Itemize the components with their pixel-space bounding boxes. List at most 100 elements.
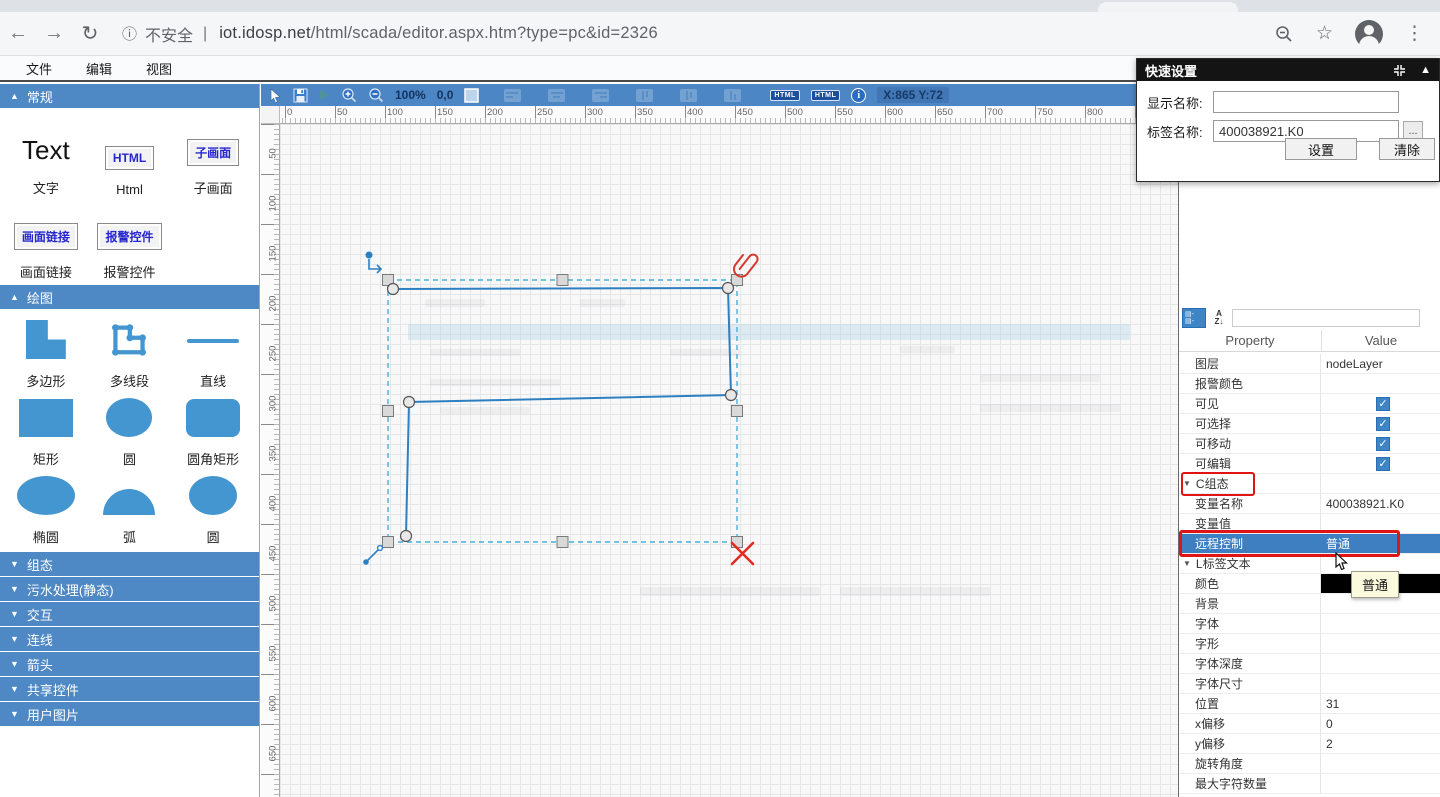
sidebar-section-collapsed-0[interactable]: ▼组态: [0, 552, 259, 576]
design-canvas[interactable]: [280, 124, 1178, 797]
property-row-21[interactable]: 最大字符数量: [1179, 774, 1440, 794]
sidebar-section-drawing[interactable]: ▲绘图: [0, 285, 259, 309]
clear-button[interactable]: 清除: [1379, 138, 1435, 160]
zoom-out-page-icon[interactable]: [1274, 24, 1294, 44]
display-name-input[interactable]: [1213, 91, 1399, 113]
drawing-item-6[interactable]: 椭圆: [4, 476, 88, 546]
property-row-3[interactable]: 可选择✓: [1179, 414, 1440, 434]
drawing-item-0[interactable]: 多边形: [4, 320, 88, 390]
drawing-item-2[interactable]: 直线: [171, 320, 255, 390]
save-icon[interactable]: [293, 88, 308, 103]
checkbox-checked-icon[interactable]: ✓: [1376, 397, 1390, 411]
property-row-5[interactable]: 可编辑✓: [1179, 454, 1440, 474]
align-left-icon[interactable]: [504, 89, 521, 102]
drawing-item-4[interactable]: 圆: [88, 398, 172, 468]
property-row-7[interactable]: 变量名称400038921.K0: [1179, 494, 1440, 514]
menu-item-0[interactable]: 文件: [18, 57, 60, 80]
property-row-11[interactable]: 颜色: [1179, 574, 1440, 594]
collapse-panel-icon[interactable]: ▲: [1420, 64, 1431, 76]
dock-panel-icon[interactable]: [1393, 64, 1406, 77]
menu-item-2[interactable]: 视图: [138, 57, 180, 80]
sidebar-section-collapsed-6[interactable]: ▼用户图片: [0, 702, 259, 726]
align-top-icon[interactable]: [636, 89, 653, 102]
back-icon[interactable]: ←: [0, 22, 36, 45]
property-row-9[interactable]: 远程控制普通: [1179, 534, 1440, 554]
checkbox-checked-icon[interactable]: ✓: [1376, 457, 1390, 471]
sidebar-section-collapsed-3[interactable]: ▼连线: [0, 627, 259, 651]
property-row-18[interactable]: x偏移0: [1179, 714, 1440, 734]
checkbox-checked-icon[interactable]: ✓: [1376, 417, 1390, 431]
forward-icon[interactable]: →: [36, 22, 72, 45]
property-row-19[interactable]: y偏移2: [1179, 734, 1440, 754]
vertex-handle[interactable]: [723, 283, 734, 294]
property-filter-input[interactable]: [1232, 309, 1420, 327]
vertex-handle[interactable]: [726, 390, 737, 401]
alphabetical-sort-icon[interactable]: AZ↓: [1210, 310, 1228, 326]
browser-menu-icon[interactable]: ⋮: [1405, 22, 1424, 45]
property-row-15[interactable]: 字体深度: [1179, 654, 1440, 674]
run-preview-icon[interactable]: [319, 89, 330, 101]
property-row-12[interactable]: 背景: [1179, 594, 1440, 614]
drawing-item-1[interactable]: 多线段: [88, 320, 172, 390]
property-row-0[interactable]: 图层nodeLayer: [1179, 354, 1440, 374]
info-icon[interactable]: i: [851, 88, 866, 103]
property-row-20[interactable]: 旋转角度: [1179, 754, 1440, 774]
palette-item-1[interactable]: HTMLHtml: [88, 117, 172, 197]
drawing-item-3[interactable]: 矩形: [4, 398, 88, 468]
resize-handle[interactable]: [383, 537, 394, 548]
vertex-handle[interactable]: [404, 397, 415, 408]
resize-handle[interactable]: [732, 406, 743, 417]
menu-item-1[interactable]: 编辑: [78, 57, 120, 80]
sidebar-section-collapsed-4[interactable]: ▼箭头: [0, 652, 259, 676]
url-text[interactable]: iot.idosp.net/html/scada/editor.aspx.htm…: [219, 24, 658, 43]
resize-handle[interactable]: [557, 275, 568, 286]
set-button[interactable]: 设置: [1285, 138, 1357, 160]
zoom-in-icon[interactable]: [341, 87, 357, 103]
property-row-4[interactable]: 可移动✓: [1179, 434, 1440, 454]
drawing-item-5[interactable]: 圆角矩形: [171, 398, 255, 468]
edit-start-icon[interactable]: [366, 252, 373, 259]
group-expand-icon[interactable]: ▼: [1183, 479, 1191, 488]
vertex-handle[interactable]: [401, 531, 412, 542]
property-row-1[interactable]: 报警颜色: [1179, 374, 1440, 394]
property-row-13[interactable]: 字体: [1179, 614, 1440, 634]
group-expand-icon[interactable]: ▼: [1183, 559, 1191, 568]
align-center-icon[interactable]: [548, 89, 565, 102]
browser-tab[interactable]: [1098, 2, 1238, 12]
align-bottom-icon[interactable]: [724, 89, 741, 102]
html-view-icon[interactable]: HTML: [811, 90, 840, 101]
drawing-item-7[interactable]: 弧: [88, 476, 172, 546]
palette-item-0[interactable]: Text文字: [4, 117, 88, 197]
segment-handle-dot[interactable]: [378, 546, 383, 551]
resize-handle[interactable]: [557, 537, 568, 548]
palette-item-3[interactable]: 画面链接画面链接: [4, 201, 88, 281]
profile-avatar-icon[interactable]: [1355, 20, 1383, 48]
layer-frame-icon[interactable]: [464, 88, 479, 103]
bookmark-star-icon[interactable]: ☆: [1316, 22, 1333, 45]
align-middle-icon[interactable]: [680, 89, 697, 102]
property-row-16[interactable]: 字体尺寸: [1179, 674, 1440, 694]
page-info-icon[interactable]: ⓘ: [122, 23, 137, 44]
vertex-handle[interactable]: [388, 284, 399, 295]
reload-icon[interactable]: ↻: [72, 21, 108, 46]
checkbox-checked-icon[interactable]: ✓: [1376, 437, 1390, 451]
property-row-10[interactable]: ▼L标签文本: [1179, 554, 1440, 574]
property-row-8[interactable]: 变量值: [1179, 514, 1440, 534]
resize-handle[interactable]: [383, 406, 394, 417]
segment-handle-dot[interactable]: [363, 559, 369, 565]
html-export-icon[interactable]: HTML: [770, 90, 799, 101]
sidebar-section-general[interactable]: ▲常规: [0, 84, 259, 108]
selected-polyline-shape[interactable]: [393, 288, 731, 536]
categorized-view-icon[interactable]: ▤-▤-: [1182, 308, 1206, 328]
drawing-item-8[interactable]: 圆: [171, 476, 255, 546]
property-row-14[interactable]: 字形: [1179, 634, 1440, 654]
select-cursor-icon[interactable]: [269, 88, 282, 103]
sidebar-section-collapsed-2[interactable]: ▼交互: [0, 602, 259, 626]
align-right-icon[interactable]: [592, 89, 609, 102]
property-row-6[interactable]: ▼C组态: [1179, 474, 1440, 494]
property-row-2[interactable]: 可见✓: [1179, 394, 1440, 414]
palette-item-4[interactable]: 报警控件报警控件: [88, 201, 172, 281]
sidebar-section-collapsed-1[interactable]: ▼污水处理(静态): [0, 577, 259, 601]
sidebar-section-collapsed-5[interactable]: ▼共享控件: [0, 677, 259, 701]
zoom-out-icon[interactable]: [368, 87, 384, 103]
